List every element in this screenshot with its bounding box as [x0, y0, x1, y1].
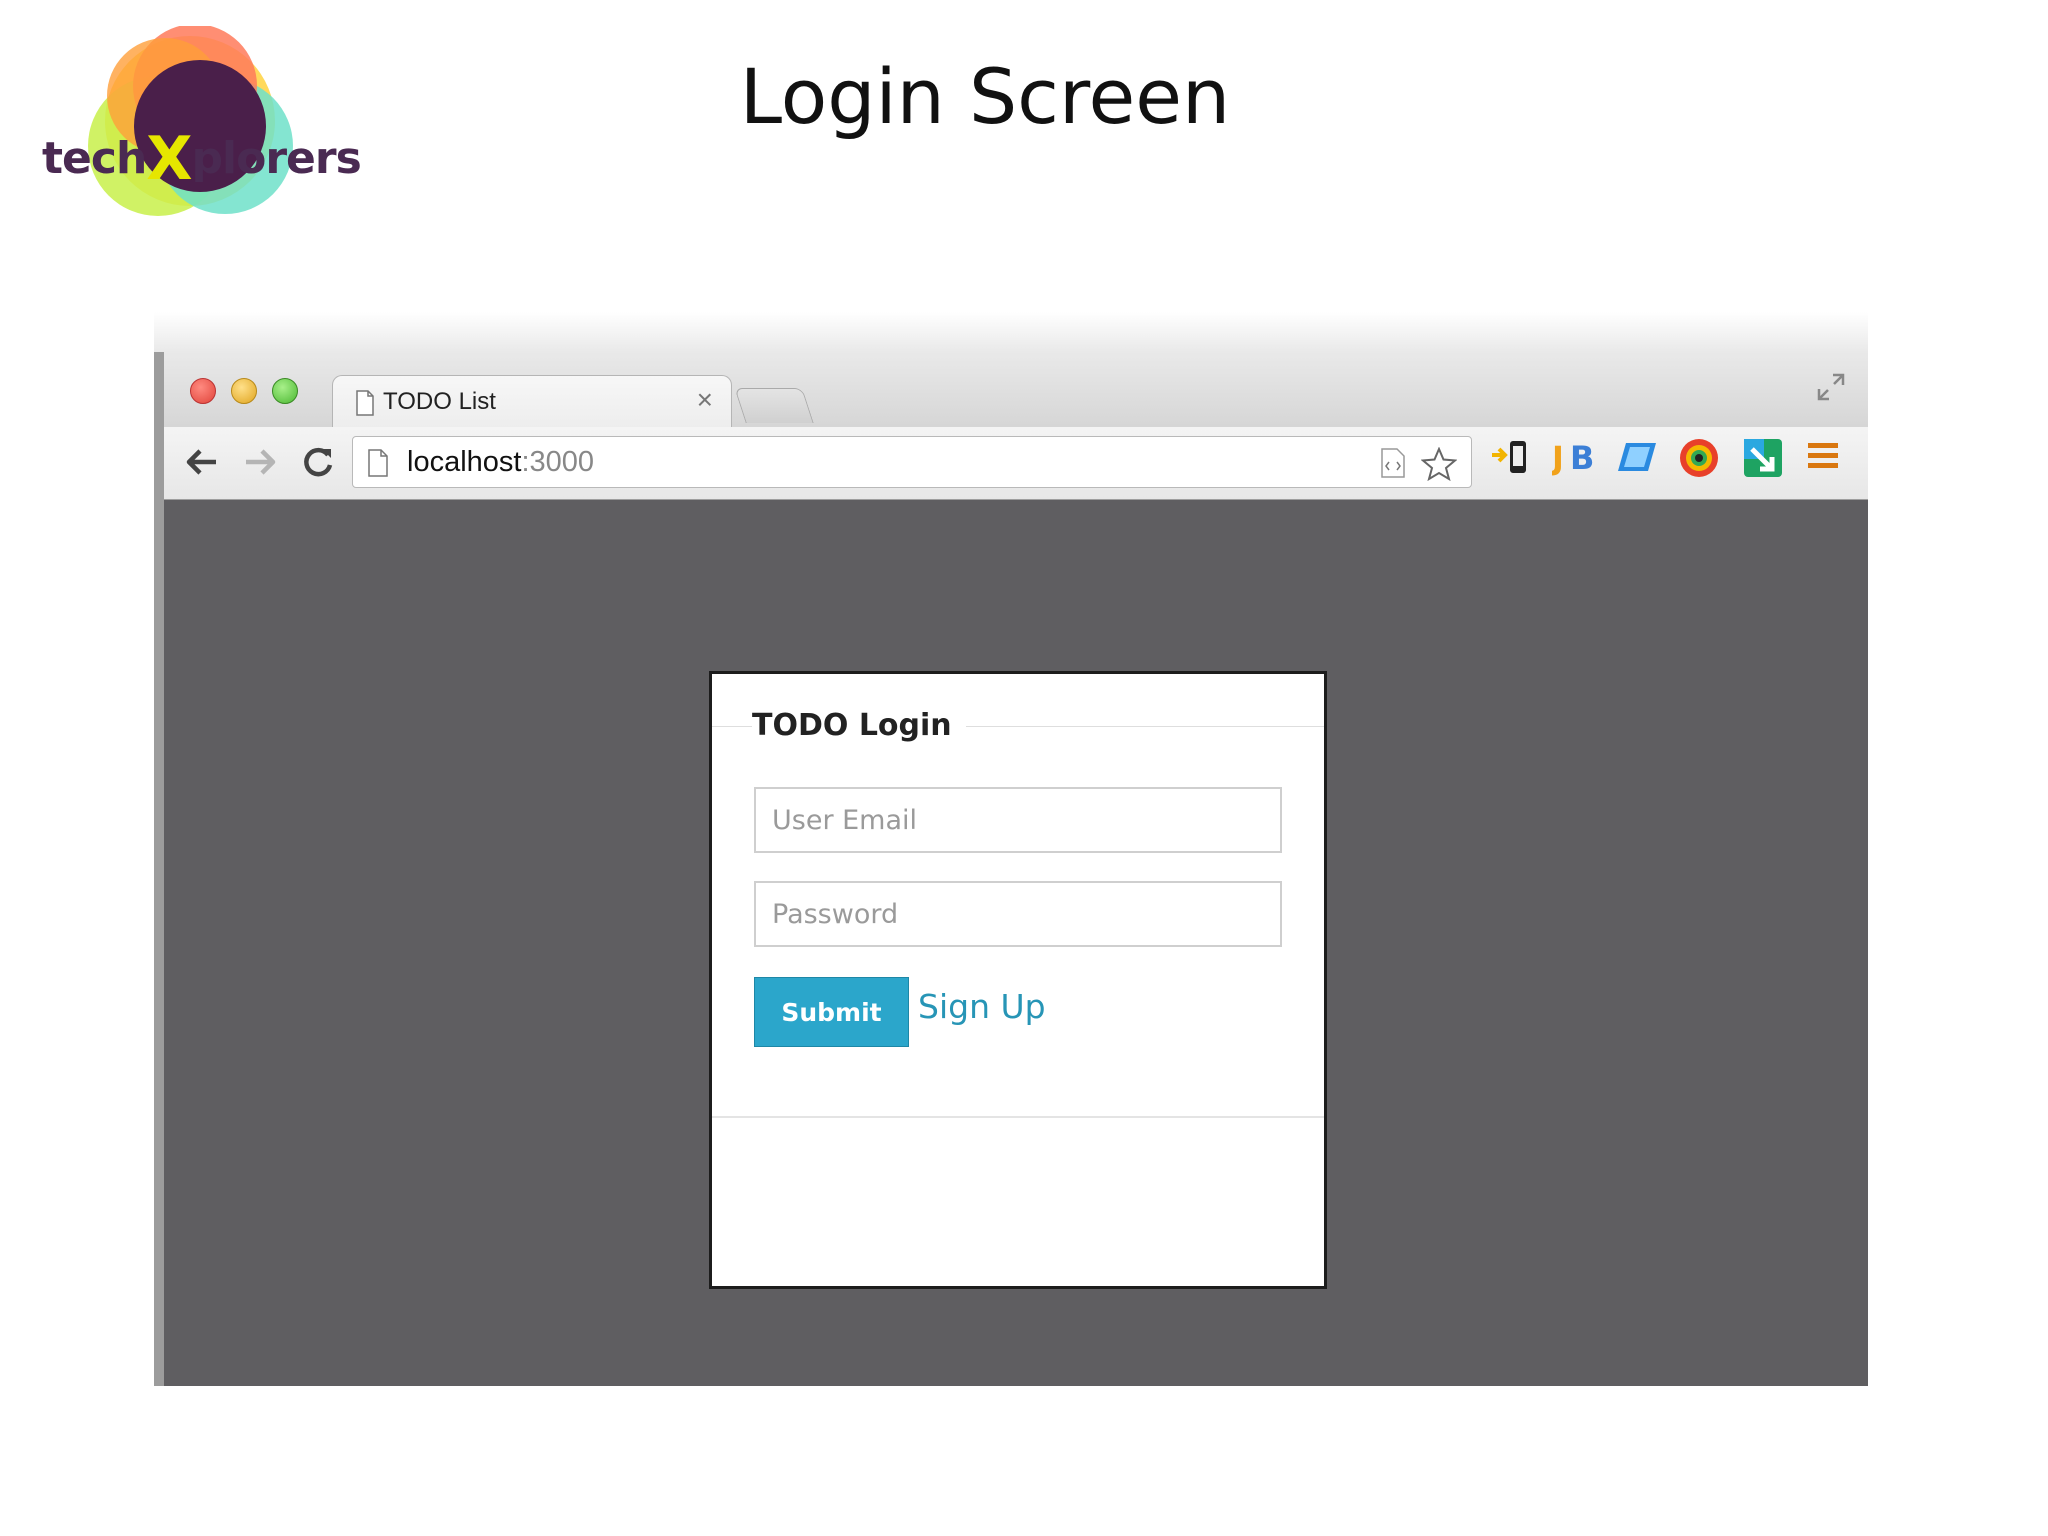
browser-toolbar: localhost:3000 J B	[164, 427, 1868, 500]
page-icon	[368, 449, 388, 477]
bookmark-star-icon[interactable]	[1421, 447, 1457, 481]
svg-text:B: B	[1570, 439, 1594, 477]
reload-icon[interactable]	[300, 445, 336, 481]
forward-icon[interactable]	[242, 445, 278, 479]
close-window-button[interactable]	[190, 378, 216, 404]
screenshot-extension-icon[interactable]	[1742, 437, 1784, 479]
jetbrains-extension-icon[interactable]: J B	[1552, 437, 1596, 477]
new-tab-button[interactable]	[734, 388, 814, 423]
page-icon	[356, 390, 374, 416]
image-extension-icon[interactable]	[1616, 437, 1658, 477]
login-card: TODO Login Submit Sign Up	[709, 671, 1327, 1289]
tab-close-icon[interactable]: ×	[697, 384, 713, 416]
submit-button[interactable]: Submit	[754, 977, 909, 1047]
zoom-window-button[interactable]	[272, 378, 298, 404]
sign-up-link[interactable]: Sign Up	[918, 987, 1046, 1026]
mobile-extension-icon[interactable]	[1490, 437, 1530, 477]
chrome-menu-icon[interactable]	[1806, 437, 1840, 473]
color-picker-extension-icon[interactable]	[1678, 437, 1720, 479]
svg-text:J: J	[1552, 439, 1564, 477]
address-bar[interactable]: localhost:3000	[352, 436, 1472, 488]
page-action-icon[interactable]	[1379, 447, 1407, 479]
fullscreen-icon[interactable]	[1816, 372, 1846, 402]
tab-title: TODO List	[383, 388, 496, 415]
card-divider	[712, 1116, 1324, 1118]
window-shadow	[154, 312, 1868, 354]
minimize-window-button[interactable]	[231, 378, 257, 404]
back-icon[interactable]	[184, 445, 220, 479]
tab-strip: TODO List ×	[164, 352, 1868, 428]
tab-todo-list[interactable]: TODO List ×	[332, 375, 732, 428]
user-email-input[interactable]	[754, 787, 1282, 853]
address-url[interactable]: localhost:3000	[407, 446, 594, 479]
login-title: TODO Login	[752, 708, 966, 743]
password-input[interactable]	[754, 881, 1282, 947]
slide-title: Login Screen	[739, 52, 1231, 141]
